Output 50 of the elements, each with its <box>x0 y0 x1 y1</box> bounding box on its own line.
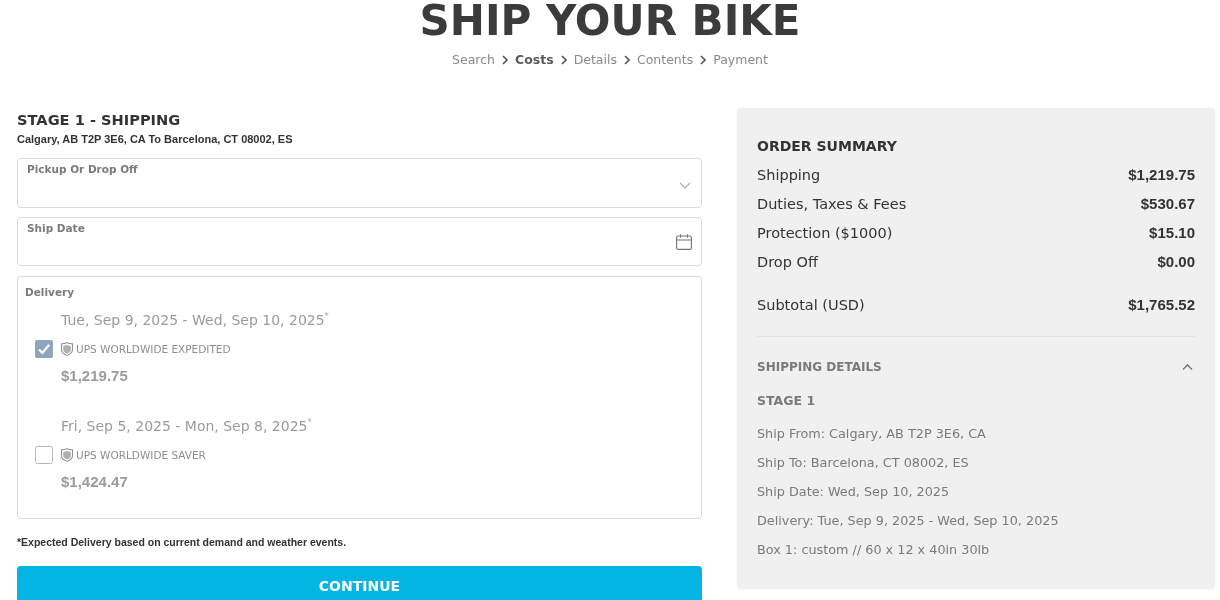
summary-label: Protection ($1000) <box>757 224 893 243</box>
service-name: UPS WORLDWIDE EXPEDITED <box>76 342 231 357</box>
footnote-text: *Expected Delivery based on current demand and weather events. <box>17 535 347 550</box>
subtotal-value: $1,765.52 <box>1128 295 1195 315</box>
summary-label: Drop Off <box>757 253 818 272</box>
route-text: Calgary, AB T2P 3E6, CA To Barcelona, CT 08002, ES <box>17 132 293 147</box>
select-field[interactable]: Pickup Or Drop Off <box>17 158 702 208</box>
delivery-dates: Tue, Sep 9, 2025 - Wed, Sep 10, 2025$^{*}$ <box>61 311 329 330</box>
date-field[interactable]: Ship Date <box>17 217 702 266</box>
section-heading: STAGE 1 - SHIPPING <box>17 110 181 130</box>
breadcrumb-link[interactable]: Costs <box>515 51 554 69</box>
field-label: Ship Date <box>27 221 85 235</box>
delivery-dates: Fri, Sep 5, 2025 - Mon, Sep 8, 2025$^{*}$ <box>61 417 312 436</box>
page-title: SHIP YOUR BIKE <box>418 0 802 42</box>
field-label: Pickup Or Drop Off <box>27 162 138 176</box>
summary-label: Duties, Taxes & Fees <box>757 195 907 214</box>
summary-value: $1,219.75 <box>1128 165 1195 185</box>
stage-title: STAGE 1 <box>757 392 816 410</box>
detail-line: Ship To: Barcelona, CT 08002, ES <box>757 454 969 472</box>
detail-line: Box 1: custom // 60 x 12 x 40in 30lb <box>757 541 990 559</box>
detail-line: Ship From: Calgary, AB T2P 3E6, CA <box>757 425 986 443</box>
calendar-icon <box>676 233 692 250</box>
chevron-down-icon <box>679 181 691 189</box>
detail-line: Delivery: Tue, Sep 9, 2025 - Wed, Sep 10, 2025 <box>757 512 1059 530</box>
breadcrumb-link[interactable]: Contents <box>636 51 694 69</box>
summary-value: $530.67 <box>1140 194 1195 214</box>
continue-button[interactable]: CONTINUE <box>17 566 702 600</box>
summary-label: Shipping <box>757 166 821 185</box>
checkbox[interactable] <box>35 446 53 464</box>
chevron-right-icon <box>700 55 707 65</box>
delivery-price: $1,424.47 <box>61 472 128 492</box>
breadcrumb-link[interactable]: Search <box>452 51 495 69</box>
chevron-right-icon <box>560 55 567 65</box>
chevron-right-icon <box>623 55 630 65</box>
detail-line: Ship Date: Wed, Sep 10, 2025 <box>757 483 950 501</box>
shipping-details-title: SHIPPING DETAILS <box>757 359 882 376</box>
delivery-price: $1,219.75 <box>61 366 128 386</box>
shield-icon <box>61 342 73 356</box>
checkbox[interactable] <box>35 340 53 358</box>
service-name: UPS WORLDWIDE SAVER <box>76 448 206 463</box>
subtotal-label: Subtotal (USD) <box>757 296 865 315</box>
chevron-right-icon <box>502 55 508 65</box>
chevron-up-icon[interactable] <box>1182 364 1193 370</box>
summary-value: $15.10 <box>1149 223 1195 243</box>
shield-icon <box>61 448 73 462</box>
summary-value: $0.00 <box>1157 252 1195 272</box>
summary-title: ORDER SUMMARY <box>757 137 897 156</box>
breadcrumb-link[interactable]: Details <box>573 51 617 69</box>
breadcrumb-link[interactable]: Payment <box>713 51 768 69</box>
delivery-label: Delivery <box>25 285 75 299</box>
